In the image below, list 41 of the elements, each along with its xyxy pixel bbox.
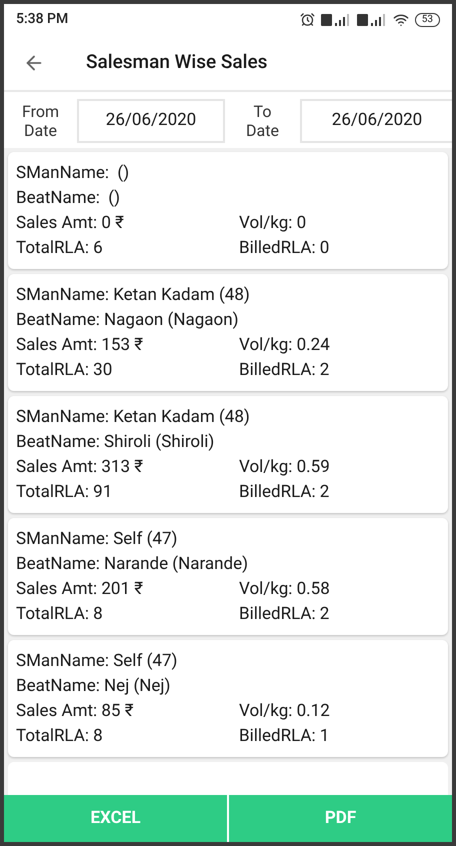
salesman-name: SManName: Ketan Kadam (48) bbox=[16, 406, 250, 429]
date-field[interactable]: 26/06/2020 bbox=[300, 99, 452, 143]
field-text: Sales Amt: 201 ₹ bbox=[16, 578, 144, 601]
date-field[interactable]: 26/06/2020 bbox=[77, 99, 225, 143]
field-text: Vol/kg: 0.58 bbox=[239, 578, 330, 601]
signal-icon bbox=[356, 12, 387, 26]
beat-name: BeatName: Narande (Narande) bbox=[16, 552, 248, 576]
field-text: Sales Amt: 313 ₹ bbox=[16, 456, 144, 479]
field-text: TotalRLA: 30 bbox=[16, 358, 114, 382]
battery-icon: 53 bbox=[414, 12, 440, 26]
field-text: Vol/kg: 0.24 bbox=[239, 334, 330, 357]
field-text: Sales Amt: 153 ₹ bbox=[16, 334, 144, 357]
field-text: BilledRLA: 2 bbox=[239, 358, 330, 382]
date-label: From Date bbox=[20, 102, 60, 140]
field-text: Sales Amt: 85 ₹ bbox=[16, 700, 134, 723]
field-text: BilledRLA: 2 bbox=[239, 480, 330, 504]
salesman-name: SManName: Self (47) bbox=[16, 528, 178, 551]
page-title: Salesman Wise Sales bbox=[86, 49, 268, 76]
field-text: TotalRLA: 8 bbox=[16, 602, 104, 626]
field-text: BilledRLA: 1 bbox=[239, 724, 330, 748]
field-text: BilledRLA: 2 bbox=[239, 602, 330, 626]
wifi-icon bbox=[392, 12, 409, 28]
salesman-name: SManName: Ketan Kadam (48) bbox=[16, 284, 250, 307]
field-text: TotalRLA: 8 bbox=[16, 724, 104, 748]
field-text: TotalRLA: 6 bbox=[16, 236, 104, 260]
field-text: Vol/kg: 0.59 bbox=[239, 456, 330, 479]
signal-icon bbox=[320, 12, 351, 26]
alarm-icon bbox=[300, 12, 315, 27]
field-text: Vol/kg: 0.12 bbox=[239, 700, 330, 723]
salesman-name: SManName: () bbox=[16, 162, 130, 185]
field-text: BilledRLA: 0 bbox=[239, 236, 330, 260]
field-text: Sales Amt: 0 ₹ bbox=[16, 212, 125, 235]
beat-name: BeatName: () bbox=[16, 186, 120, 210]
status-time: 5:38 PM bbox=[16, 10, 68, 29]
field-text: Vol/kg: 0 bbox=[239, 212, 306, 235]
field-text: TotalRLA: 91 bbox=[16, 480, 114, 504]
beat-name: BeatName: Shiroli (Shiroli) bbox=[16, 430, 214, 454]
beat-name: BeatName: Nagaon (Nagaon) bbox=[16, 308, 239, 332]
salesman-name: SManName: Self (47) bbox=[16, 650, 178, 673]
beat-name: BeatName: Nej (Nej) bbox=[16, 674, 170, 698]
date-label: To Date bbox=[245, 102, 280, 140]
